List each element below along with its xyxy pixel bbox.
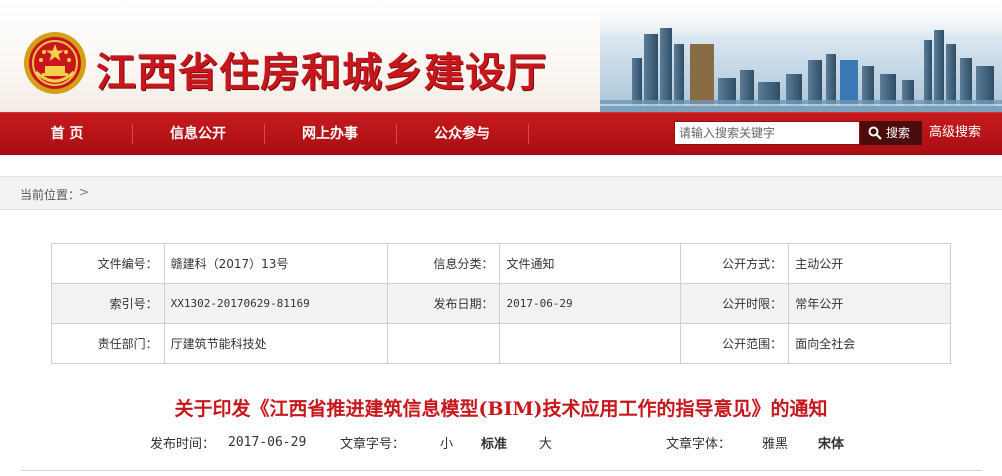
index-number-value: XX1302-20170629-81169	[163, 283, 388, 324]
breadcrumb: 当前位置： >	[0, 176, 1002, 210]
font-songti-button[interactable]: 宋体	[818, 433, 844, 452]
disclosure-method-value: 主动公开	[788, 243, 951, 284]
table-row: 责任部门： 厅建筑节能科技处 公开范围： 面向全社会	[51, 323, 951, 364]
nav-online-services[interactable]: 网上办事	[294, 113, 366, 155]
search-button-label: 搜索	[886, 126, 911, 140]
breadcrumb-label: 当前位置：	[20, 188, 81, 202]
national-emblem-icon	[24, 32, 86, 94]
article-title: 关于印发《江西省推进建筑信息模型(BIM)技术应用工作的指导意见》的通知	[174, 398, 828, 420]
nav-public-participation[interactable]: 公众参与	[426, 113, 498, 155]
site-title: 江西省住房和城乡建设厅	[96, 50, 547, 96]
font-size-small-button[interactable]: 小	[440, 433, 453, 452]
nav-info-disclosure[interactable]: 信息公开	[162, 113, 234, 155]
city-skyline-image	[600, 0, 1002, 112]
font-size-large-button[interactable]: 大	[539, 433, 552, 452]
nav-divider	[528, 124, 529, 144]
search-button[interactable]: 搜索	[860, 121, 922, 145]
advanced-search-link[interactable]: 高级搜索	[929, 121, 981, 145]
publish-date-value: 2017-06-29	[499, 283, 681, 324]
nav-home[interactable]: 首 页	[36, 113, 98, 155]
disclosure-method-label: 公开方式：	[679, 243, 790, 284]
doc-number-value: 赣建科（2017）13号	[163, 243, 388, 284]
breadcrumb-separator: >	[79, 185, 90, 199]
publish-time-label: 发布时间：	[150, 437, 216, 452]
publish-date-label: 发布日期：	[386, 283, 501, 324]
disclosure-scope-label: 公开范围：	[679, 323, 790, 364]
department-label: 责任部门：	[51, 323, 165, 364]
nav-divider	[264, 124, 265, 144]
document-info-table: 文件编号： 赣建科（2017）13号 信息分类： 文件通知 公开方式： 主动公开…	[51, 243, 951, 364]
disclosure-period-label: 公开时限：	[679, 283, 790, 324]
font-yahei-button[interactable]: 雅黑	[762, 433, 788, 452]
font-size-label: 文章字号：	[340, 437, 406, 452]
table-row: 索引号： XX1302-20170629-81169 发布日期： 2017-06…	[51, 283, 951, 324]
disclosure-scope-value: 面向全社会	[788, 323, 951, 364]
doc-number-label: 文件编号：	[51, 243, 165, 284]
disclosure-period-value: 常年公开	[788, 283, 951, 324]
content-divider	[20, 470, 982, 471]
category-value: 文件通知	[499, 243, 681, 284]
search-icon	[868, 126, 882, 140]
empty-value	[499, 323, 681, 364]
search-input[interactable]	[674, 121, 860, 145]
department-value: 厅建筑节能科技处	[163, 323, 388, 364]
table-row: 文件编号： 赣建科（2017）13号 信息分类： 文件通知 公开方式： 主动公开	[51, 243, 951, 284]
font-face-label: 文章字体：	[666, 437, 732, 452]
font-size-standard-button[interactable]: 标准	[481, 433, 507, 452]
nav-divider	[132, 124, 133, 144]
index-number-label: 索引号：	[51, 283, 165, 324]
nav-divider	[396, 124, 397, 144]
category-label: 信息分类：	[386, 243, 501, 284]
header-banner: 江西省住房和城乡建设厅	[0, 0, 1002, 112]
empty-label	[386, 323, 501, 364]
publish-time-value: 2017-06-29	[228, 435, 307, 450]
